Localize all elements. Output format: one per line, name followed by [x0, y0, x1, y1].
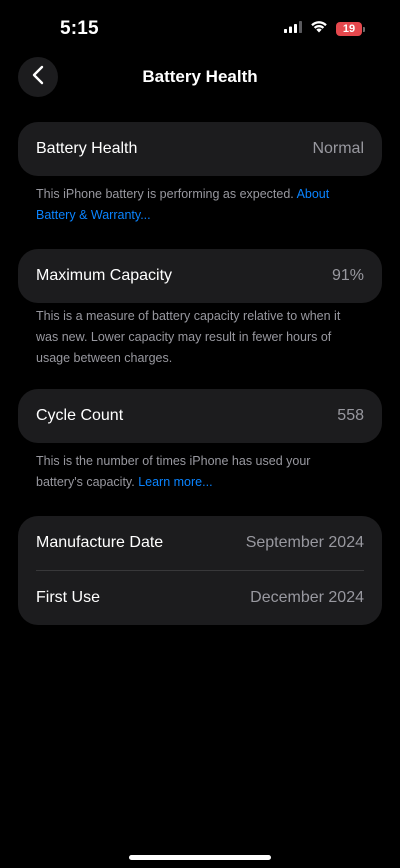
cycle-count-value: 558 — [337, 407, 364, 424]
wifi-icon — [310, 20, 328, 38]
cycle-count-row: Cycle Count 558 — [18, 389, 382, 443]
home-indicator[interactable] — [129, 855, 271, 860]
cellular-signal-icon — [284, 20, 302, 38]
first-use-value: December 2024 — [250, 589, 364, 606]
status-icons: 19 — [284, 20, 365, 38]
battery-icon: 19 — [336, 22, 365, 36]
battery-health-footnote-text: This iPhone battery is performing as exp… — [36, 187, 297, 201]
manufacture-date-label: Manufacture Date — [36, 534, 164, 551]
maximum-capacity-footnote: This is a measure of battery capacity re… — [36, 309, 341, 365]
battery-health-card: Battery Health Normal — [18, 122, 382, 176]
learn-more-link[interactable]: Learn more... — [138, 475, 212, 489]
battery-health-value: Normal — [312, 140, 364, 157]
maximum-capacity-row: Maximum Capacity 91% — [18, 249, 382, 303]
battery-health-label: Battery Health — [36, 140, 138, 157]
manufacture-date-value: September 2024 — [245, 534, 364, 551]
battery-level: 19 — [342, 23, 356, 35]
maximum-capacity-value: 91% — [331, 267, 364, 284]
cycle-count-footnote: This is the number of times iPhone has u… — [36, 451, 356, 493]
first-use-row: First Use December 2024 — [18, 571, 382, 625]
battery-cap — [363, 27, 365, 32]
battery-health-row: Battery Health Normal — [18, 122, 382, 176]
maximum-capacity-label: Maximum Capacity — [36, 267, 173, 284]
battery-health-footnote: This iPhone battery is performing as exp… — [36, 184, 356, 226]
maximum-capacity-card: Maximum Capacity 91% — [18, 249, 382, 303]
cycle-count-card: Cycle Count 558 — [18, 389, 382, 443]
first-use-label: First Use — [36, 589, 100, 606]
status-bar: 5:15 19 — [0, 0, 400, 56]
dates-card: Manufacture Date September 2024 First Us… — [18, 516, 382, 625]
status-time: 5:15 — [60, 18, 99, 39]
cycle-count-label: Cycle Count — [36, 407, 124, 424]
manufacture-date-row: Manufacture Date September 2024 — [18, 516, 382, 570]
page-title: Battery Health — [142, 67, 258, 86]
